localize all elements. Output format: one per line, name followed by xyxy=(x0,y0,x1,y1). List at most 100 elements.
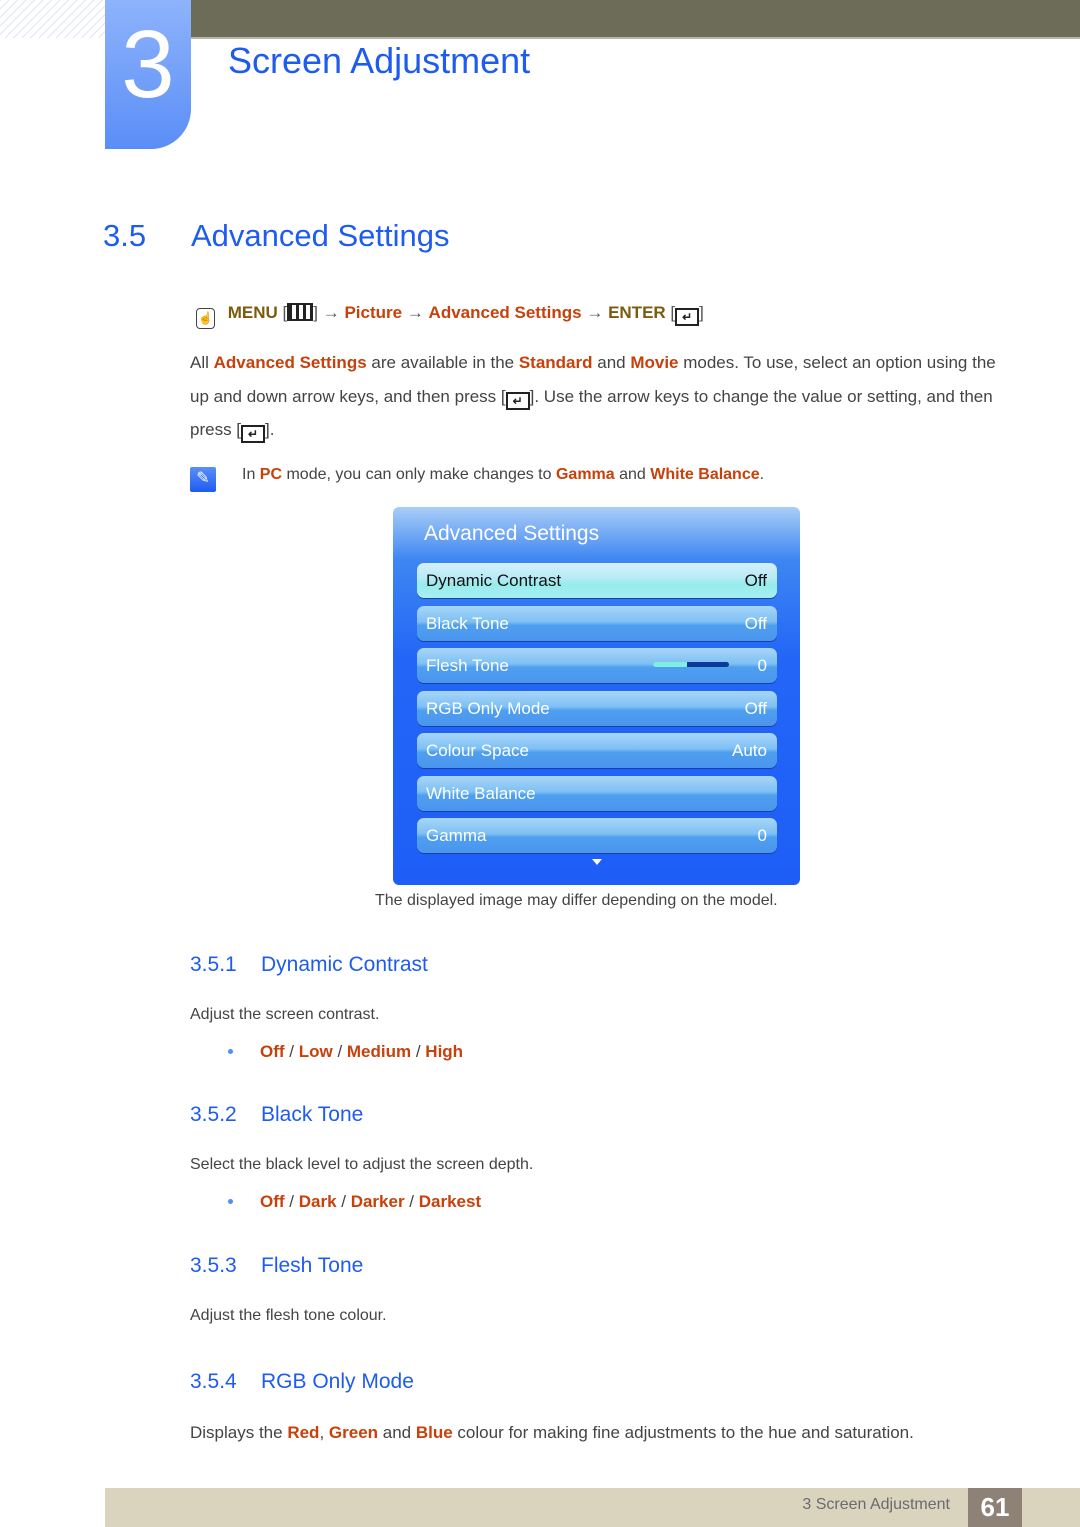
subsection-heading-dynamic-contrast: 3.5.1 Dynamic Contrast xyxy=(190,953,428,977)
highlight-red: Red xyxy=(287,1423,320,1442)
subsection-title: Dynamic Contrast xyxy=(261,953,428,976)
path-advanced-settings: Advanced Settings xyxy=(428,303,582,322)
text: Displays the xyxy=(190,1423,288,1442)
intro-text: All xyxy=(190,353,214,372)
intro-text: are available in the xyxy=(366,353,519,372)
header-divider xyxy=(190,37,1080,39)
subsection-heading-flesh-tone: 3.5.3 Flesh Tone xyxy=(190,1254,363,1278)
osd-title: Advanced Settings xyxy=(424,522,600,545)
figure-caption: The displayed image may differ depending… xyxy=(375,892,778,909)
option: Darkest xyxy=(418,1192,482,1211)
note-highlight-pc: PC xyxy=(259,466,283,483)
enter-icon: ↵ xyxy=(241,425,266,443)
option: Darker xyxy=(350,1192,405,1211)
osd-advanced-settings-menu: Advanced Settings Dynamic Contrast Off B… xyxy=(393,507,800,885)
osd-item-label: Black Tone xyxy=(426,614,509,633)
note-pencil-icon: ✎ xyxy=(190,467,216,492)
subsection-description: Select the black level to adjust the scr… xyxy=(190,1156,534,1173)
menu-icon xyxy=(287,303,314,321)
osd-item-value: Off xyxy=(744,614,767,633)
footer-chapter-label: 3 Screen Adjustment xyxy=(802,1496,950,1513)
osd-item-label: Dynamic Contrast xyxy=(426,571,562,590)
osd-item-label: Colour Space xyxy=(426,741,530,760)
note-text-part: mode, you can only make changes to xyxy=(282,466,556,483)
highlight-blue: Blue xyxy=(415,1423,453,1442)
separator: / xyxy=(411,1042,426,1061)
subsection-number: 3.5.3 xyxy=(190,1254,237,1277)
scroll-down-arrow-icon[interactable] xyxy=(592,859,602,865)
note-text-part: . xyxy=(759,466,765,483)
option-list-dynamic-contrast: Off / Low / Medium / High xyxy=(228,1042,463,1062)
note-highlight-gamma: Gamma xyxy=(555,466,615,483)
path-arrow: → xyxy=(406,303,424,322)
osd-item-value: 0 xyxy=(757,656,767,675)
intro-text: and xyxy=(592,353,631,372)
chapter-number: 3 xyxy=(121,11,175,118)
page-footer: 3 Screen Adjustment 61 xyxy=(105,1488,1080,1527)
text: and xyxy=(378,1423,416,1442)
path-arrow: → xyxy=(586,303,604,322)
flesh-tone-slider[interactable] xyxy=(653,662,729,667)
subsection-heading-black-tone: 3.5.2 Black Tone xyxy=(190,1103,363,1127)
note-text-part: and xyxy=(614,466,651,483)
separator: / xyxy=(284,1042,299,1061)
option-list-black-tone: Off / Dark / Darker / Darkest xyxy=(228,1192,481,1212)
note-highlight-white-balance: White Balance xyxy=(650,466,760,483)
osd-item-dynamic-contrast[interactable]: Dynamic Contrast Off xyxy=(417,563,777,598)
osd-item-value: Off xyxy=(744,571,767,590)
separator: / xyxy=(284,1192,299,1211)
osd-item-label: Flesh Tone xyxy=(426,656,509,675)
separator: / xyxy=(404,1192,419,1211)
subsection-description: Displays the Red, Green and Blue colour … xyxy=(190,1423,914,1443)
bullet-icon xyxy=(228,1049,233,1054)
intro-paragraph: All Advanced Settings are available in t… xyxy=(190,346,1010,447)
option: Off xyxy=(260,1042,285,1061)
osd-item-label: RGB Only Mode xyxy=(426,699,550,718)
option: High xyxy=(425,1042,464,1061)
intro-highlight-advanced: Advanced Settings xyxy=(213,353,367,372)
osd-item-colour-space[interactable]: Colour Space Auto xyxy=(417,733,777,768)
subsection-description: Adjust the screen contrast. xyxy=(190,1006,380,1023)
intro-highlight-movie: Movie xyxy=(630,353,679,372)
chapter-title: Screen Adjustment xyxy=(228,40,531,81)
osd-item-value: 0 xyxy=(757,826,767,845)
option: Medium xyxy=(346,1042,412,1061)
header-hatch-pattern xyxy=(0,0,105,38)
remote-hand-icon: ☝ xyxy=(196,308,215,329)
osd-item-white-balance[interactable]: White Balance xyxy=(417,776,777,811)
slider-fill xyxy=(653,662,688,667)
menu-label: MENU xyxy=(227,303,278,322)
option: Off xyxy=(260,1192,285,1211)
note-text: In PC mode, you can only make changes to… xyxy=(242,466,764,484)
osd-item-label: Gamma xyxy=(426,826,487,845)
osd-item-label: White Balance xyxy=(426,784,536,803)
separator: / xyxy=(336,1192,351,1211)
chapter-tab: 3 xyxy=(105,0,191,149)
enter-icon: ↵ xyxy=(675,308,700,326)
header-bar xyxy=(190,0,1080,37)
subsection-heading-rgb-only-mode: 3.5.4 RGB Only Mode xyxy=(190,1370,414,1394)
section-title-text: Advanced Settings xyxy=(191,218,450,253)
subsection-description: Adjust the flesh tone colour. xyxy=(190,1307,387,1324)
option: Dark xyxy=(298,1192,337,1211)
separator: / xyxy=(332,1042,347,1061)
menu-path: ☝ MENU [] → Picture → Advanced Settings … xyxy=(196,303,704,329)
osd-item-gamma[interactable]: Gamma 0 xyxy=(417,818,777,853)
text: , xyxy=(319,1423,329,1442)
osd-item-rgb-only-mode[interactable]: RGB Only Mode Off xyxy=(417,691,777,726)
intro-text: ]. xyxy=(265,420,275,439)
path-picture: Picture xyxy=(344,303,403,322)
osd-item-value: Off xyxy=(744,699,767,718)
note-text-part: In xyxy=(242,466,260,483)
section-title: 3.5 Advanced Settings xyxy=(103,218,450,254)
note: ✎ In PC mode, you can only make changes … xyxy=(190,463,990,493)
subsection-number: 3.5.4 xyxy=(190,1370,237,1393)
subsection-number: 3.5.2 xyxy=(190,1103,237,1126)
highlight-green: Green xyxy=(328,1423,379,1442)
page-number: 61 xyxy=(968,1488,1022,1527)
osd-item-black-tone[interactable]: Black Tone Off xyxy=(417,606,777,641)
section-number: 3.5 xyxy=(103,218,147,253)
osd-item-flesh-tone[interactable]: Flesh Tone 0 xyxy=(417,648,777,683)
subsection-title: Black Tone xyxy=(261,1103,364,1126)
subsection-number: 3.5.1 xyxy=(190,953,237,976)
